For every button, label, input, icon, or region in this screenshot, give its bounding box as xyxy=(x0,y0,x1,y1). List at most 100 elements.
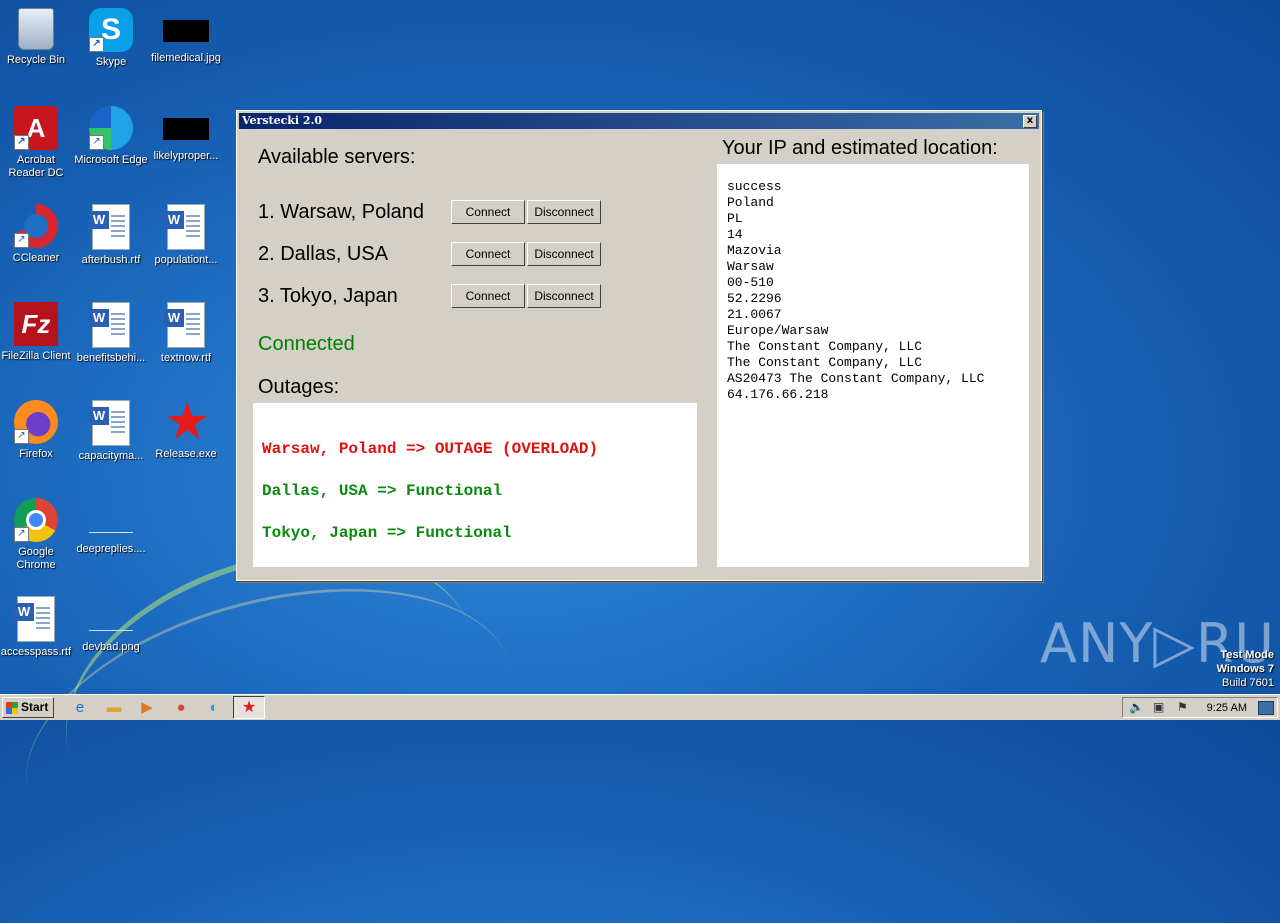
ip-info-line: The Constant Company, LLC xyxy=(727,339,923,354)
shortcut-arrow-icon: ↗ xyxy=(89,37,104,52)
close-button[interactable]: x xyxy=(1023,115,1037,128)
taskbar-app-red-star[interactable]: ★ xyxy=(233,696,265,719)
explorer-icon[interactable]: ▬ xyxy=(104,698,124,718)
ip-info-line: Mazovia xyxy=(727,243,782,258)
image-file-icon xyxy=(89,608,133,631)
desktop-icon-label: Acrobat Reader DC xyxy=(8,154,64,179)
desktop-icon-populationt[interactable]: populationt... xyxy=(148,204,224,267)
desktop-icon-capacityma[interactable]: capacityma... xyxy=(73,400,149,463)
desktop-icon-label: textnow.rtf xyxy=(160,352,212,364)
shortcut-arrow-icon: ↗ xyxy=(14,527,29,542)
chrome-icon: ↗ xyxy=(14,498,58,542)
desktop-icon-accesspass[interactable]: accesspass.rtf xyxy=(0,596,74,659)
windows-logo-icon xyxy=(6,702,18,714)
desktop-icon-chrome[interactable]: ↗ Google Chrome xyxy=(0,498,74,572)
desktop-icon-filemedical[interactable]: filemedical.jpg xyxy=(148,8,224,65)
connect-button-warsaw[interactable]: Connect xyxy=(451,200,525,224)
shortcut-arrow-icon: ↗ xyxy=(14,135,29,150)
desktop-icon-firefox[interactable]: ↗ Firefox xyxy=(0,400,74,461)
red-star-icon: ★ xyxy=(164,393,211,451)
acrobat-icon: A ↗ xyxy=(14,106,58,150)
desktop-icon-label: capacityma... xyxy=(78,450,144,462)
verstecki-window: Verstecki 2.0 x Available servers: 1. Wa… xyxy=(236,110,1042,581)
test-mode-notice: Test Mode Windows 7 Build 7601 xyxy=(1217,648,1274,690)
outage-line-dallas: Dallas, USA => Functional xyxy=(262,482,503,500)
action-center-flag-icon[interactable]: ⚑ xyxy=(1177,700,1188,715)
ip-info-line: PL xyxy=(727,211,743,226)
server-label-tokyo: 3. Tokyo, Japan xyxy=(258,285,398,307)
firefox-icon: ↗ xyxy=(14,400,58,444)
ip-info-line: 52.2296 xyxy=(727,291,782,306)
test-mode-line: Test Mode xyxy=(1220,649,1274,661)
outage-line-warsaw: Warsaw, Poland => OUTAGE (OVERLOAD) xyxy=(262,440,599,458)
ip-location-heading: Your IP and estimated location: xyxy=(722,137,998,159)
speaker-icon[interactable]: 🔈 xyxy=(1129,700,1144,715)
taskbar: Start e ▬ ▶ ● ◐ ★ 🔈 ▣ ⚑ 9:25 AM xyxy=(0,694,1280,720)
word-document-icon xyxy=(164,204,205,250)
desktop-icon-release-exe[interactable]: ★ Release.exe xyxy=(148,393,224,461)
taskbar-clock[interactable]: 9:25 AM xyxy=(1207,700,1247,716)
desktop-icon-acrobat[interactable]: A ↗ Acrobat Reader DC xyxy=(0,106,74,180)
desktop-icon-afterbush[interactable]: afterbush.rtf xyxy=(73,204,149,267)
desktop-icon-label: Recycle Bin xyxy=(6,54,66,66)
red-star-icon: ★ xyxy=(241,699,257,716)
desktop-icon-benefitsbehi[interactable]: benefitsbehi... xyxy=(73,302,149,365)
ip-info-line: 00-510 xyxy=(727,275,774,290)
filezilla-icon: Fz xyxy=(14,302,58,346)
outages-panel: Warsaw, Poland => OUTAGE (OVERLOAD) Dall… xyxy=(253,403,697,567)
edge-icon[interactable]: ◐ xyxy=(204,698,224,718)
desktop-icon-label: populationt... xyxy=(154,254,218,266)
media-player-icon[interactable]: ▶ xyxy=(137,698,157,718)
skype-icon: S ↗ xyxy=(89,8,133,52)
shortcut-arrow-icon: ↗ xyxy=(89,135,104,150)
word-document-icon xyxy=(89,302,130,348)
ip-info-line: 21.0067 xyxy=(727,307,782,322)
image-file-icon xyxy=(89,510,133,533)
desktop-icon-label: Microsoft Edge xyxy=(74,154,148,166)
build-line: Build 7601 xyxy=(1222,677,1274,689)
ip-info-list: success Poland PL 14 Mazovia Warsaw 00-5… xyxy=(717,164,1029,403)
desktop-icon-label: filemedical.jpg xyxy=(151,52,221,64)
ip-info-line: Warsaw xyxy=(727,259,774,274)
desktop-icon-label: devbad.png xyxy=(82,641,140,653)
ie-icon[interactable]: e xyxy=(70,698,90,718)
desktop-icon-ccleaner[interactable]: ↗ CCleaner xyxy=(0,204,74,265)
desktop-icon-edge[interactable]: ↗ Microsoft Edge xyxy=(73,106,149,167)
desktop-icon-skype[interactable]: S ↗ Skype xyxy=(73,8,149,69)
ip-info-line: success xyxy=(727,179,782,194)
network-icon[interactable]: ▣ xyxy=(1153,700,1164,715)
desktop-icon-filezilla[interactable]: Fz FileZilla Client xyxy=(0,302,74,363)
desktop-icon-devbad[interactable]: devbad.png xyxy=(73,596,149,654)
desktop-icon-label: benefitsbehi... xyxy=(76,352,146,364)
ip-info-line: Europe/Warsaw xyxy=(727,323,829,338)
desktop-icon-label: likelyproper... xyxy=(153,150,219,162)
connect-button-dallas[interactable]: Connect xyxy=(451,242,525,266)
outage-line-tokyo: Tokyo, Japan => Functional xyxy=(262,524,512,542)
desktop-icon-label: accesspass.rtf xyxy=(0,646,72,658)
desktop-icon-label: FileZilla Client xyxy=(1,350,71,362)
desktop-icon-deepreplies[interactable]: deepreplies.... xyxy=(73,498,149,556)
system-tray: 🔈 ▣ ⚑ 9:25 AM xyxy=(1122,697,1278,718)
window-titlebar[interactable]: Verstecki 2.0 x xyxy=(239,113,1039,129)
ip-location-panel[interactable]: success Poland PL 14 Mazovia Warsaw 00-5… xyxy=(717,164,1029,567)
chrome-icon[interactable]: ● xyxy=(171,698,191,718)
outages-heading: Outages: xyxy=(258,376,340,398)
connection-status: Connected xyxy=(258,333,355,355)
disconnect-button-warsaw[interactable]: Disconnect xyxy=(527,200,601,224)
ip-info-line: AS20473 The Constant Company, LLC xyxy=(727,371,985,386)
server-label-dallas: 2. Dallas, USA xyxy=(258,243,389,265)
word-document-icon xyxy=(89,204,130,250)
disconnect-button-tokyo[interactable]: Disconnect xyxy=(527,284,601,308)
ip-info-line: Poland xyxy=(727,195,774,210)
window-title: Verstecki 2.0 xyxy=(242,114,323,127)
disconnect-button-dallas[interactable]: Disconnect xyxy=(527,242,601,266)
start-label: Start xyxy=(21,700,49,714)
desktop-icon-likelyproper[interactable]: likelyproper... xyxy=(148,106,224,163)
word-document-icon xyxy=(14,596,55,642)
desktop-icon-textnow[interactable]: textnow.rtf xyxy=(148,302,224,365)
connect-button-tokyo[interactable]: Connect xyxy=(451,284,525,308)
desktop-icon-recycle-bin[interactable]: Recycle Bin xyxy=(0,8,74,67)
show-desktop-icon[interactable] xyxy=(1258,701,1274,715)
start-button[interactable]: Start xyxy=(2,697,54,718)
ip-info-line: The Constant Company, LLC xyxy=(727,355,923,370)
